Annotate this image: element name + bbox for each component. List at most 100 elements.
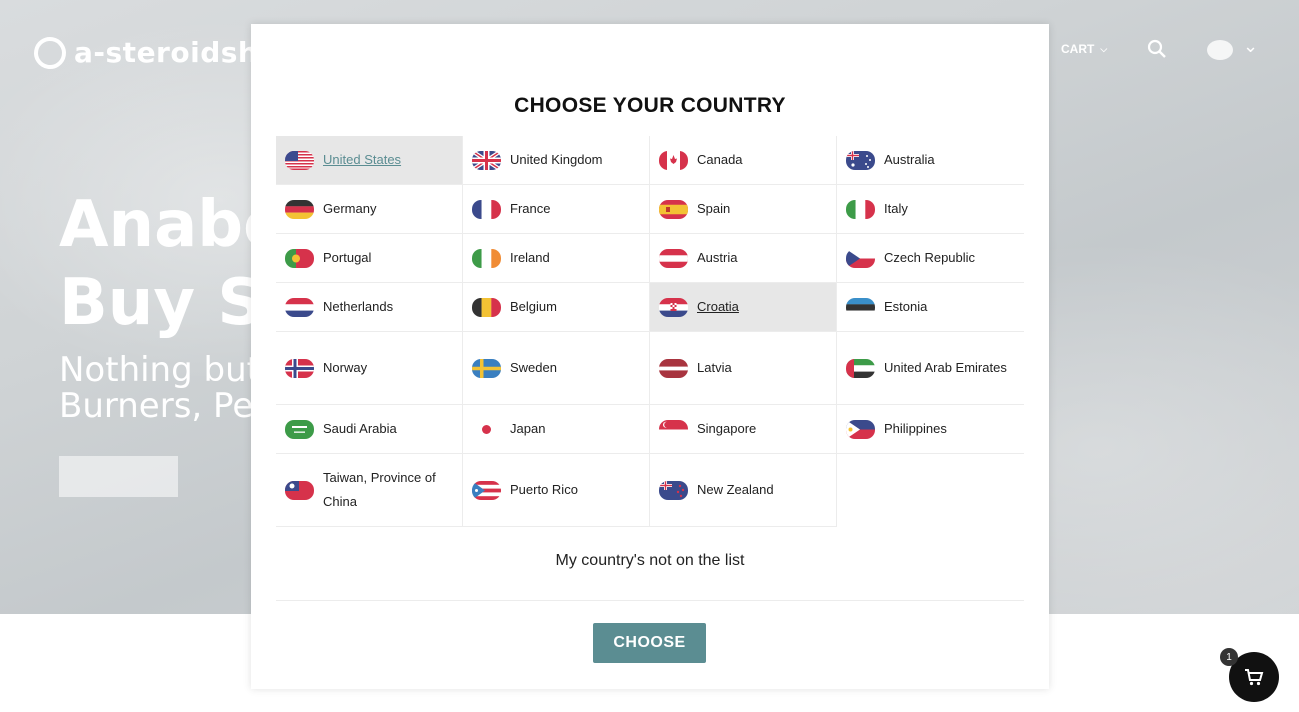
country-label: United States bbox=[323, 152, 402, 167]
choose-button[interactable]: CHOOSE bbox=[593, 623, 706, 663]
latvia-flag-icon bbox=[659, 358, 688, 378]
nav-cart-link[interactable]: CART ⌵ bbox=[1061, 42, 1107, 56]
saudi-flag-icon bbox=[285, 419, 314, 439]
country-option-canada[interactable]: Canada bbox=[650, 136, 837, 185]
cart-count-badge: 1 bbox=[1220, 648, 1238, 666]
japan-flag-icon bbox=[472, 419, 501, 439]
singapore-flag-icon bbox=[659, 419, 688, 439]
country-option-japan[interactable]: Japan bbox=[463, 405, 650, 454]
country-label: Singapore bbox=[697, 421, 757, 436]
country-label: Philippines bbox=[884, 421, 947, 436]
uae-flag-icon bbox=[846, 358, 875, 378]
country-option-spain[interactable]: Spain bbox=[650, 185, 837, 234]
country-label: Saudi Arabia bbox=[323, 421, 397, 436]
france-flag-icon bbox=[472, 199, 501, 219]
country-label: Netherlands bbox=[323, 299, 394, 314]
taiwan-flag-icon bbox=[285, 480, 314, 500]
country-option-philippines[interactable]: Philippines bbox=[837, 405, 1024, 454]
country-option-france[interactable]: France bbox=[463, 185, 650, 234]
country-label: Spain bbox=[697, 201, 731, 216]
country-label: Germany bbox=[323, 201, 377, 216]
country-label: Norway bbox=[323, 360, 368, 375]
country-flag-icon[interactable] bbox=[1207, 40, 1233, 60]
portugal-flag-icon bbox=[285, 248, 314, 268]
hero-subtitle: Nothing but Burners, Pep bbox=[59, 350, 275, 426]
country-label: Latvia bbox=[697, 360, 732, 375]
country-option-norway[interactable]: Norway bbox=[276, 332, 463, 405]
country-option-latvia[interactable]: Latvia bbox=[650, 332, 837, 405]
country-label: Belgium bbox=[510, 299, 557, 314]
croatia-flag-icon bbox=[659, 297, 688, 317]
country-option-australia[interactable]: Australia bbox=[837, 136, 1024, 185]
country-option-taiwan[interactable]: Taiwan, Province of China bbox=[276, 454, 463, 527]
country-option-belgium[interactable]: Belgium bbox=[463, 283, 650, 332]
norway-flag-icon bbox=[285, 358, 314, 378]
country-label: Croatia bbox=[697, 299, 739, 314]
country-label: Estonia bbox=[884, 299, 928, 314]
country-option-portugal[interactable]: Portugal bbox=[276, 234, 463, 283]
country-option-puerto-rico[interactable]: Puerto Rico bbox=[463, 454, 650, 527]
country-option-germany[interactable]: Germany bbox=[276, 185, 463, 234]
czech-flag-icon bbox=[846, 248, 875, 268]
country-option-netherlands[interactable]: Netherlands bbox=[276, 283, 463, 332]
country-label: Sweden bbox=[510, 360, 557, 375]
country-label: France bbox=[510, 201, 551, 216]
new-zealand-flag-icon bbox=[659, 480, 688, 500]
canada-flag-icon bbox=[659, 150, 688, 170]
philippines-flag-icon bbox=[846, 419, 875, 439]
belgium-flag-icon bbox=[472, 297, 501, 317]
uk-flag-icon bbox=[472, 150, 501, 170]
australia-flag-icon bbox=[846, 150, 875, 170]
netherlands-flag-icon bbox=[285, 297, 314, 317]
country-option-singapore[interactable]: Singapore bbox=[650, 405, 837, 454]
logo-text: a-steroidsho bbox=[74, 36, 279, 69]
hero-cta-button[interactable] bbox=[59, 456, 178, 497]
country-option-austria[interactable]: Austria bbox=[650, 234, 837, 283]
country-option-sweden[interactable]: Sweden bbox=[463, 332, 650, 405]
spain-flag-icon bbox=[659, 199, 688, 219]
us-flag-icon bbox=[285, 150, 314, 170]
site-logo[interactable]: a-steroidsho bbox=[27, 30, 279, 75]
italy-flag-icon bbox=[846, 199, 875, 219]
country-option-ireland[interactable]: Ireland bbox=[463, 234, 650, 283]
country-option-new-zealand[interactable]: New Zealand bbox=[650, 454, 837, 527]
modal-title: CHOOSE YOUR COUNTRY bbox=[514, 94, 786, 117]
country-option-croatia[interactable]: Croatia bbox=[650, 283, 837, 332]
country-option-united-arab-emirates[interactable]: United Arab Emirates bbox=[837, 332, 1024, 405]
country-label: Ireland bbox=[510, 250, 550, 265]
austria-flag-icon bbox=[659, 248, 688, 268]
country-not-listed-link[interactable]: My country's not on the list bbox=[251, 552, 1049, 570]
country-grid: United States United Kingdom Canada Aust… bbox=[276, 136, 1024, 527]
chevron-down-icon[interactable]: ⌄ bbox=[1243, 36, 1258, 57]
country-option-italy[interactable]: Italy bbox=[837, 185, 1024, 234]
country-label: Portugal bbox=[323, 250, 372, 265]
country-label: Czech Republic bbox=[884, 250, 976, 265]
country-chooser-modal: CHOOSE YOUR COUNTRY United States United… bbox=[251, 24, 1049, 689]
country-label: United Kingdom bbox=[510, 152, 603, 167]
country-label: Austria bbox=[697, 250, 738, 265]
estonia-flag-icon bbox=[846, 297, 875, 317]
divider bbox=[276, 600, 1024, 601]
country-label: Italy bbox=[884, 201, 908, 216]
country-label: Australia bbox=[884, 152, 935, 167]
country-label: United Arab Emirates bbox=[884, 360, 1007, 375]
chevron-down-icon: ⌵ bbox=[1100, 43, 1108, 54]
nav-cart-label: CART bbox=[1061, 42, 1095, 56]
country-option-united-kingdom[interactable]: United Kingdom bbox=[463, 136, 650, 185]
country-option-czech-republic[interactable]: Czech Republic bbox=[837, 234, 1024, 283]
country-label: Japan bbox=[510, 421, 546, 436]
country-label: Puerto Rico bbox=[510, 482, 578, 497]
cart-icon bbox=[1245, 669, 1264, 686]
country-option-united-states[interactable]: United States bbox=[276, 136, 463, 185]
country-label: Taiwan, Province of China bbox=[323, 470, 436, 509]
germany-flag-icon bbox=[285, 199, 314, 219]
country-label: New Zealand bbox=[697, 482, 774, 497]
country-option-saudi-arabia[interactable]: Saudi Arabia bbox=[276, 405, 463, 454]
logo-pill-icon bbox=[27, 30, 73, 75]
search-icon[interactable] bbox=[1147, 39, 1167, 59]
empty-cell bbox=[837, 454, 1024, 527]
ireland-flag-icon bbox=[472, 248, 501, 268]
header-nav: CART ⌵ ⌄ bbox=[1061, 36, 1258, 60]
country-option-estonia[interactable]: Estonia bbox=[837, 283, 1024, 332]
sweden-flag-icon bbox=[472, 358, 501, 378]
